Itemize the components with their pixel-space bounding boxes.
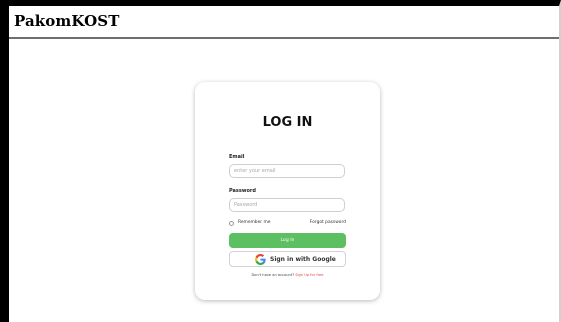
password-input[interactable]: [229, 198, 345, 212]
signup-row: Don't have an account? Sign Up for free: [195, 273, 380, 277]
navbar: PakomKOST: [9, 6, 559, 39]
login-button[interactable]: Log In: [229, 233, 346, 248]
remember-checkbox[interactable]: [229, 221, 234, 226]
remember-label[interactable]: Remember me: [238, 220, 270, 225]
forgot-password-link[interactable]: Forgot password: [310, 220, 346, 225]
google-signin-button[interactable]: Sign in with Google: [229, 251, 346, 267]
login-card: LOG IN Email Password Remember me Forgot…: [195, 82, 380, 300]
app-window: PakomKOST LOG IN Email Password Remember…: [0, 0, 561, 322]
email-input[interactable]: [229, 164, 345, 178]
signup-prompt: Don't have an account?: [251, 273, 296, 277]
email-label: Email: [229, 154, 245, 160]
brand-logo[interactable]: PakomKOST: [14, 12, 119, 30]
password-label: Password: [229, 188, 256, 194]
google-signin-label: Sign in with Google: [270, 256, 336, 263]
login-title: LOG IN: [262, 115, 313, 130]
remember-row: Remember me Forgot password: [229, 220, 346, 228]
google-g-icon: [255, 254, 266, 265]
signup-link[interactable]: Sign Up for free: [295, 273, 323, 277]
